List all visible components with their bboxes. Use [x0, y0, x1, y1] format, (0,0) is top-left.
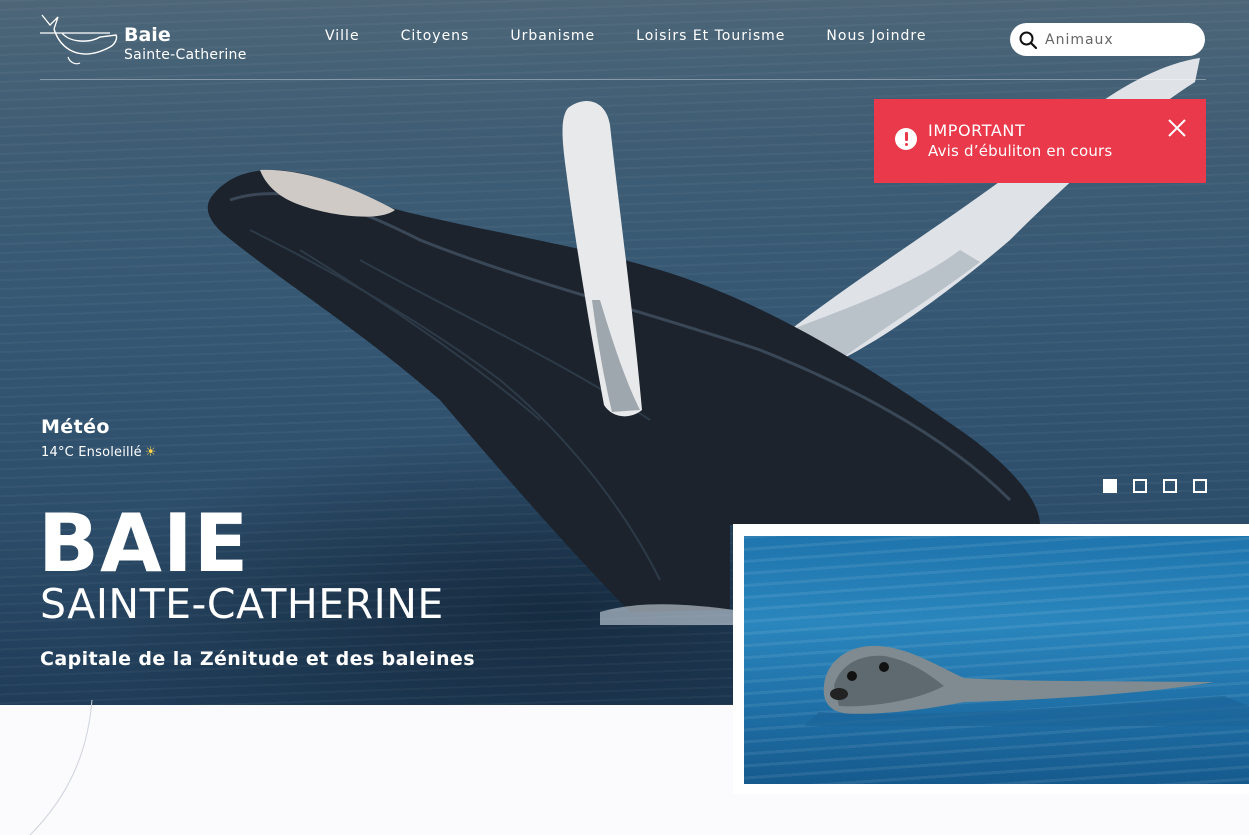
nav-item-citoyens[interactable]: Citoyens	[401, 28, 470, 44]
exclamation-icon	[895, 128, 917, 150]
header-divider	[40, 79, 1206, 80]
nav-item-ville[interactable]: Ville	[325, 28, 360, 44]
search-input[interactable]	[1045, 31, 1195, 48]
hero-tagline: Capitale de la Zénitude et des baleines	[40, 648, 475, 670]
search-icon[interactable]	[1019, 31, 1037, 49]
hero-subtitle: SAINTE-CATHERINE	[40, 580, 444, 628]
site-header: Baie Sainte-Catherine Ville Citoyens Urb…	[0, 0, 1249, 80]
weather-value: 14°C Ensoleillé ☀	[41, 445, 157, 460]
decorative-arc	[29, 700, 93, 835]
main-nav: Ville Citoyens Urbanisme Loisirs Et Tour…	[325, 28, 967, 44]
alert-title: IMPORTANT	[928, 121, 1026, 140]
logo[interactable]: Baie Sainte-Catherine	[40, 13, 246, 67]
nav-item-loisirs-et-tourisme[interactable]: Loisirs Et Tourisme	[636, 28, 785, 44]
slider-dot-1[interactable]	[1103, 479, 1117, 493]
logo-title: Baie	[124, 24, 171, 46]
sun-icon: ☀	[144, 445, 157, 460]
logo-subtitle: Sainte-Catherine	[124, 47, 247, 63]
nav-item-urbanisme[interactable]: Urbanisme	[510, 28, 595, 44]
alert-message[interactable]: Avis d’ébuliton en cours	[928, 142, 1112, 160]
seal-illustration	[804, 645, 1249, 726]
important-alert: IMPORTANT Avis d’ébuliton en cours	[874, 99, 1206, 183]
search-box[interactable]	[1010, 23, 1205, 56]
slider-dots	[1103, 479, 1223, 493]
hero-title: BAIE	[38, 497, 250, 590]
nav-item-nous-joindre[interactable]: Nous Joindre	[826, 28, 926, 44]
weather-title: Météo	[41, 416, 110, 438]
slider-dot-4[interactable]	[1193, 479, 1207, 493]
slider-dot-2[interactable]	[1133, 479, 1147, 493]
slider-dot-3[interactable]	[1163, 479, 1177, 493]
weather-temperature: 14°C Ensoleillé	[41, 445, 142, 460]
close-icon[interactable]	[1166, 117, 1188, 139]
whale-logo-icon	[40, 14, 118, 65]
seal-photo	[744, 536, 1249, 784]
